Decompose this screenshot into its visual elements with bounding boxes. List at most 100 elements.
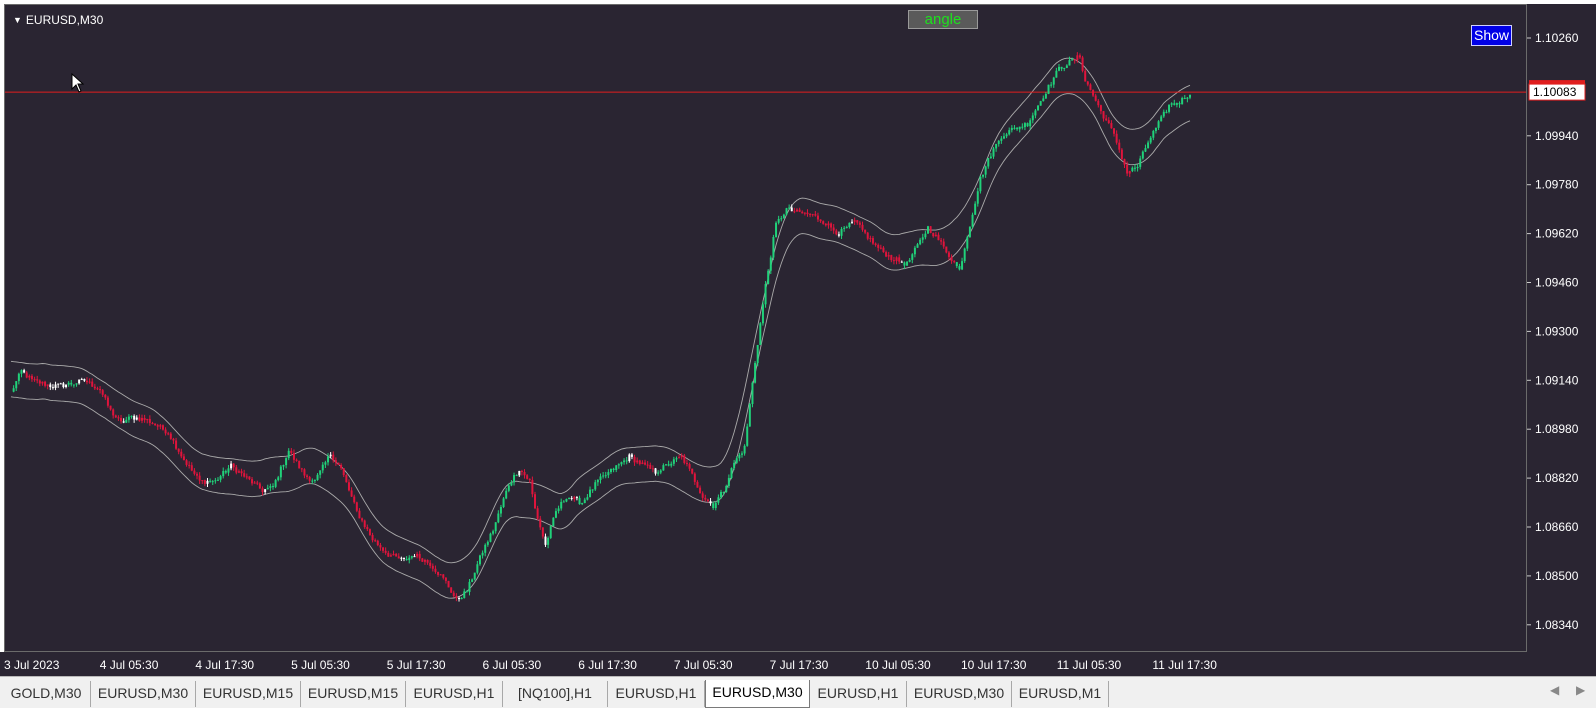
tab-eurusd-m15[interactable]: EURUSD,M15	[301, 681, 406, 707]
chart-area[interactable]: ▼ EURUSD,M30 angle Show	[4, 4, 1527, 652]
tab-eurusd-h1[interactable]: EURUSD,H1	[810, 681, 907, 707]
candle-body	[623, 460, 626, 463]
candle-body	[979, 176, 982, 192]
candle-body	[1037, 105, 1040, 111]
tab-eurusd-m15[interactable]: EURUSD,M15	[196, 681, 301, 707]
candle	[17, 372, 20, 385]
candle	[520, 469, 523, 476]
candle	[193, 468, 196, 476]
candle-body	[227, 468, 230, 473]
candle	[387, 550, 390, 557]
candle-body	[625, 460, 628, 462]
candle-body	[33, 379, 36, 381]
dropdown-triangle-icon[interactable]: ▼	[13, 15, 22, 25]
candle-body	[1073, 59, 1076, 61]
time-label: 4 Jul 17:30	[195, 658, 254, 672]
candle-body	[866, 232, 869, 239]
candle-body	[1071, 59, 1074, 61]
candle-body	[261, 488, 264, 493]
candle	[680, 453, 683, 460]
tab-eurusd-h1[interactable]: EURUSD,H1	[608, 681, 705, 707]
candle-body	[1039, 101, 1042, 106]
candle	[1086, 80, 1089, 87]
time-axis[interactable]: 3 Jul 2023 4 Jul 05:30 4 Jul 17:30 5 Jul 05…	[0, 652, 1596, 676]
candle	[437, 571, 440, 577]
tab-nq100-h1[interactable]: [NQ100],H1	[503, 681, 608, 707]
tab-eurusd-m30[interactable]: EURUSD,M30	[91, 681, 196, 707]
candle	[953, 260, 956, 264]
candle-body	[308, 476, 311, 481]
candle	[290, 448, 293, 455]
candle-body	[80, 379, 83, 381]
candle	[874, 242, 877, 247]
candle-body	[426, 560, 429, 563]
candle-body	[408, 557, 411, 561]
tab-gold-m30[interactable]: GOLD,M30	[2, 681, 91, 707]
candle	[405, 556, 408, 561]
candle-body	[874, 243, 877, 245]
time-label: 7 Jul 17:30	[770, 658, 829, 672]
candle	[164, 427, 167, 436]
candle-body	[253, 482, 256, 484]
candle-body	[945, 246, 948, 253]
tab-eurusd-m30[interactable]: EURUSD,M30	[705, 680, 810, 708]
angle-button[interactable]: angle	[908, 10, 978, 29]
candle	[696, 480, 699, 488]
scroll-right-icon[interactable]: ▶	[1576, 683, 1585, 697]
candle-body	[1018, 126, 1021, 130]
candle-body	[526, 475, 529, 479]
candle	[691, 468, 694, 475]
candle	[421, 557, 424, 562]
candle	[62, 381, 65, 389]
scroll-left-icon[interactable]: ◀	[1550, 683, 1559, 697]
symbol-label[interactable]: ▼ EURUSD,M30	[13, 13, 103, 27]
tab-eurusd-m30[interactable]: EURUSD,M30	[907, 681, 1012, 707]
candle	[665, 464, 667, 466]
tab-eurusd-m1[interactable]: EURUSD,M1	[1012, 681, 1109, 707]
candle	[172, 437, 175, 444]
candle	[819, 219, 822, 223]
candle-body	[159, 425, 162, 427]
candle-body	[607, 472, 610, 476]
candle	[667, 460, 670, 467]
candle	[785, 207, 788, 216]
candle-body	[984, 166, 987, 175]
candle	[1147, 140, 1150, 149]
candle	[623, 458, 626, 465]
candle	[434, 565, 437, 574]
candle	[201, 480, 204, 485]
candle	[190, 462, 193, 472]
candle-body	[806, 212, 809, 215]
candle	[549, 525, 552, 540]
candle-body	[303, 469, 306, 476]
candle	[188, 461, 191, 469]
candle	[1178, 101, 1181, 108]
candle	[670, 461, 673, 468]
tab-eurusd-h1[interactable]: EURUSD,H1	[406, 681, 503, 707]
candle	[864, 229, 867, 235]
candle-body	[1065, 65, 1068, 68]
time-label: 5 Jul 05:30	[291, 658, 350, 672]
candle-body	[748, 403, 751, 427]
show-button[interactable]: Show	[1471, 25, 1512, 46]
candle	[518, 470, 521, 478]
candle	[41, 381, 44, 386]
candle-body	[20, 370, 23, 374]
candle	[182, 453, 185, 461]
candle	[1102, 110, 1105, 122]
candle-body	[940, 240, 943, 242]
candle-body	[963, 248, 966, 262]
candle	[636, 457, 639, 464]
candle-body	[468, 581, 471, 592]
candle	[997, 139, 1000, 147]
candle-body	[1008, 130, 1011, 135]
candle	[114, 414, 117, 418]
candle-body	[54, 384, 57, 389]
candle-body	[932, 232, 935, 237]
candle-body	[596, 479, 599, 483]
candle	[418, 550, 421, 562]
candle	[1128, 170, 1131, 178]
price-axis[interactable]: 1.10260 1.09940 1.09780 1.09620 1.09460 1.093…	[1527, 4, 1596, 652]
candle-body	[251, 479, 254, 484]
candle	[240, 468, 243, 477]
